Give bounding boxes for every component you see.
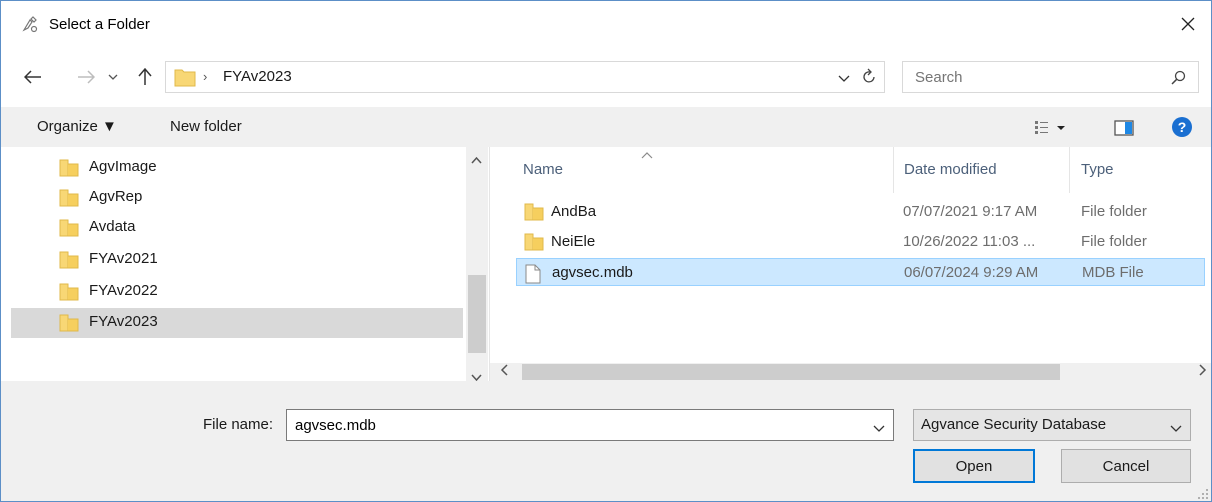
scrollbar-thumb[interactable] — [468, 275, 486, 353]
file-list-scrollbar[interactable] — [490, 363, 1211, 381]
cancel-button[interactable]: Cancel — [1061, 449, 1191, 483]
view-options-icon[interactable] — [1035, 120, 1069, 140]
sidebar-item-agvrep[interactable]: AgvRep — [11, 183, 463, 213]
column-divider[interactable] — [1069, 147, 1070, 193]
sidebar-item-label: FYAv2021 — [89, 250, 158, 267]
refresh-icon[interactable] — [862, 68, 876, 88]
address-dropdown-icon[interactable] — [838, 70, 850, 87]
column-header-type[interactable]: Type — [1081, 161, 1114, 178]
folder-icon — [524, 233, 544, 255]
search-box[interactable] — [902, 61, 1199, 93]
breadcrumb-chevron-icon: › — [203, 69, 208, 84]
sidebar-item-label: FYAv2022 — [89, 282, 158, 299]
sidebar-item-label: Avdata — [89, 218, 136, 235]
folder-icon — [59, 251, 79, 273]
scroll-left-icon[interactable] — [500, 364, 508, 379]
chevron-down-icon[interactable] — [873, 420, 885, 437]
folder-icon — [59, 189, 79, 211]
file-name: NeiEle — [551, 233, 596, 250]
file-row-agvsec[interactable]: agvsec.mdb 06/07/2024 9:29 AM MDB File — [516, 258, 1205, 286]
up-button[interactable] — [132, 64, 158, 90]
sidebar-item-fyav2021[interactable]: FYAv2021 — [11, 245, 463, 275]
file-name-label: File name: — [203, 416, 274, 433]
new-folder-button[interactable]: New folder — [170, 118, 242, 135]
sidebar-item-label: AgvImage — [89, 158, 157, 175]
file-name-input[interactable] — [293, 416, 857, 435]
search-icon[interactable] — [1171, 70, 1186, 89]
search-input[interactable] — [913, 68, 1157, 87]
sort-ascending-icon — [641, 147, 653, 162]
svg-text:?: ? — [1178, 119, 1187, 135]
help-icon[interactable]: ? — [1171, 116, 1193, 142]
back-button[interactable] — [20, 64, 46, 90]
folder-icon — [59, 283, 79, 305]
sidebar-item-fyav2023[interactable]: FYAv2023 — [11, 308, 463, 338]
scroll-right-icon[interactable] — [1199, 364, 1207, 379]
organize-button[interactable]: Organize ▼ — [37, 118, 117, 135]
recent-locations-button[interactable] — [105, 64, 121, 90]
close-button[interactable] — [1165, 1, 1211, 47]
chevron-down-icon — [108, 74, 118, 80]
app-icon — [21, 16, 39, 34]
column-header-name[interactable]: Name — [523, 161, 563, 178]
forward-button[interactable] — [73, 64, 99, 90]
folder-icon — [59, 219, 79, 241]
preview-pane-icon[interactable] — [1114, 120, 1134, 140]
chevron-down-icon[interactable] — [1170, 420, 1182, 437]
scroll-up-icon[interactable] — [471, 155, 482, 167]
scrollbar-thumb[interactable] — [522, 364, 1060, 380]
column-divider[interactable] — [893, 147, 894, 193]
file-date: 10/26/2022 11:03 ... — [903, 233, 1036, 250]
title-bar: Select a Folder — [1, 1, 1211, 47]
arrow-right-icon — [78, 70, 95, 84]
column-header-date[interactable]: Date modified — [904, 161, 997, 178]
file-type: File folder — [1081, 203, 1147, 220]
file-date: 07/07/2021 9:17 AM — [903, 203, 1038, 220]
file-date: 06/07/2024 9:29 AM — [904, 264, 1039, 281]
file-name: AndBa — [551, 203, 597, 220]
file-type: File folder — [1081, 233, 1147, 250]
file-list: Name Date modified Type AndBa 07/07/2021… — [490, 147, 1211, 381]
breadcrumb-current-folder[interactable]: FYAv2023 — [223, 68, 292, 85]
file-type-select[interactable]: Agvance Security Database — [913, 409, 1191, 441]
file-row-andba[interactable]: AndBa 07/07/2021 9:17 AM File folder — [516, 198, 1205, 226]
sidebar-item-label: AgvRep — [89, 188, 143, 205]
folder-icon — [59, 159, 79, 181]
file-name: agvsec.mdb — [552, 264, 633, 281]
folder-icon — [59, 314, 79, 336]
arrow-up-icon — [138, 68, 152, 85]
window-title: Select a Folder — [49, 16, 150, 33]
sidebar-item-label: FYAv2023 — [89, 313, 158, 330]
dialog-footer: File name: Agvance Security Database Ope… — [1, 381, 1211, 501]
close-icon — [1181, 17, 1195, 31]
folder-icon — [524, 203, 544, 225]
command-toolbar: Organize ▼ New folder ? — [1, 107, 1211, 147]
address-bar[interactable]: › FYAv2023 — [165, 61, 885, 93]
folder-icon — [174, 67, 196, 91]
open-button[interactable]: Open — [913, 449, 1035, 483]
arrow-left-icon — [24, 70, 41, 84]
sidebar-item-agvimage[interactable]: AgvImage — [11, 153, 463, 183]
file-icon — [525, 264, 541, 288]
sidebar-item-avdata[interactable]: Avdata — [11, 213, 463, 243]
sidebar-item-fyav2022[interactable]: FYAv2022 — [11, 277, 463, 307]
navigation-scrollbar[interactable] — [466, 147, 488, 382]
navigation-pane: AgvImage AgvRep Avdata FYAv2021 FYAv2022… — [1, 147, 490, 382]
resize-grip-icon[interactable] — [1197, 487, 1209, 499]
select-folder-dialog: Select a Folder › FYAv2023 Search Organi… — [0, 0, 1212, 502]
file-type-value: Agvance Security Database — [921, 416, 1107, 433]
file-row-neiele[interactable]: NeiEle 10/26/2022 11:03 ... File folder — [516, 228, 1205, 256]
file-type: MDB File — [1082, 264, 1144, 281]
file-name-combobox[interactable] — [286, 409, 894, 441]
